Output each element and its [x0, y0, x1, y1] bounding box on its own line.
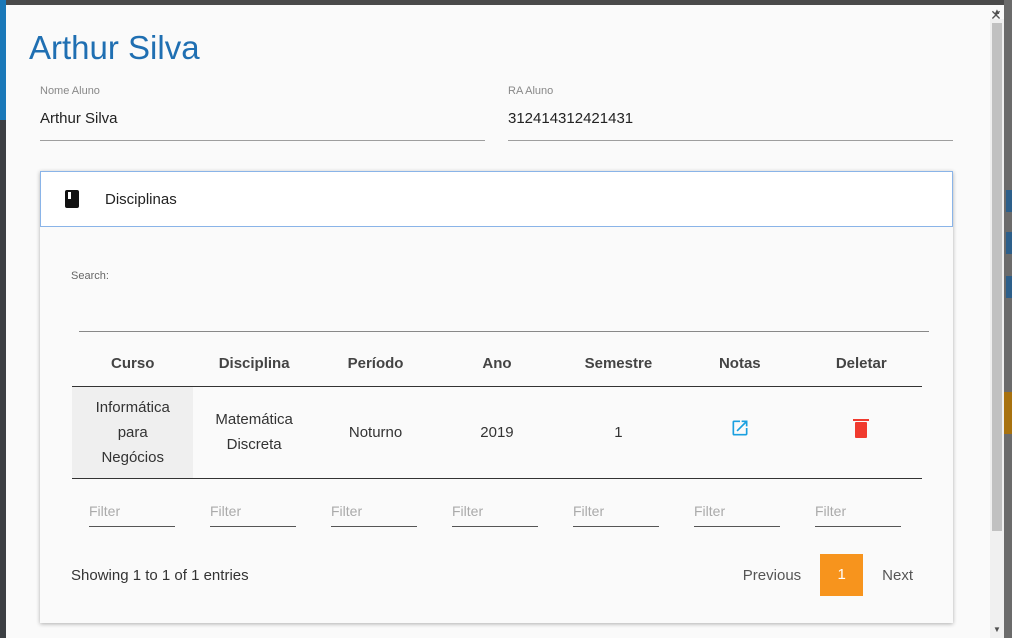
nome-aluno-value[interactable]: Arthur Silva	[40, 110, 485, 127]
entries-info: Showing 1 to 1 of 1 entries	[71, 567, 249, 584]
column-header-deletar[interactable]: Deletar	[800, 342, 922, 387]
cell-curso-line: para	[117, 423, 148, 441]
background-tick	[1006, 232, 1012, 254]
external-link-icon[interactable]	[730, 420, 750, 443]
table-header-row: Curso Disciplina Período Ano Semestre No…	[72, 342, 922, 387]
previous-page-button[interactable]: Previous	[743, 567, 801, 584]
column-header-semestre[interactable]: Semestre	[557, 342, 680, 387]
background-tick	[1006, 190, 1012, 212]
cell-disciplina-line: Matemática	[215, 411, 293, 428]
ra-aluno-value[interactable]: 312414312421431	[508, 110, 953, 127]
background-button	[1004, 392, 1012, 434]
disciplinas-table: Curso Disciplina Período Ano Semestre No…	[72, 342, 922, 479]
filter-input-periodo[interactable]: Filter	[331, 499, 417, 527]
ra-aluno-field[interactable]: RA Aluno 312414312421431	[508, 85, 953, 141]
search-input[interactable]	[79, 331, 929, 332]
scrollbar-thumb[interactable]	[992, 23, 1002, 531]
student-modal: ✕ ▲ ▼ Arthur Silva Nome Aluno Arthur Sil…	[6, 5, 1004, 638]
table-row: Informática para Negócios Matemática Dis…	[72, 386, 922, 479]
search-label: Search:	[71, 270, 109, 282]
page-title: Arthur Silva	[29, 29, 200, 66]
modal-scrollbar[interactable]: ▲ ▼	[990, 7, 1004, 638]
cell-ano: 2019	[436, 386, 558, 479]
column-header-disciplina[interactable]: Disciplina	[193, 342, 315, 387]
filter-input-disciplina[interactable]: Filter	[210, 499, 296, 527]
cell-curso-line: Informática	[95, 398, 170, 416]
cell-disciplina-line: Discreta	[226, 436, 282, 453]
cell-deletar	[800, 386, 922, 479]
pagination: Previous 1 Next	[743, 554, 913, 596]
cell-curso-line: Negócios	[101, 448, 164, 466]
column-header-ano[interactable]: Ano	[436, 342, 558, 387]
filter-input-ano[interactable]: Filter	[452, 499, 538, 527]
column-header-curso[interactable]: Curso	[72, 342, 194, 387]
column-header-notas[interactable]: Notas	[679, 342, 801, 387]
nome-aluno-field[interactable]: Nome Aluno Arthur Silva	[40, 85, 485, 141]
current-page-button[interactable]: 1	[820, 554, 864, 596]
cell-semestre: 1	[557, 386, 680, 479]
filter-input-curso[interactable]: Filter	[89, 499, 175, 527]
filter-input-semestre[interactable]: Filter	[573, 499, 659, 527]
book-icon	[65, 190, 79, 208]
ra-aluno-label: RA Aluno	[508, 85, 554, 97]
nome-aluno-label: Nome Aluno	[40, 85, 100, 97]
disciplinas-panel: Disciplinas Search: Curso Disciplina Per…	[40, 171, 953, 623]
scroll-down-icon[interactable]: ▼	[990, 625, 1004, 634]
filter-input-deletar[interactable]: Filter	[815, 499, 901, 527]
next-page-button[interactable]: Next	[882, 567, 913, 584]
filter-input-notas[interactable]: Filter	[694, 499, 780, 527]
disciplinas-panel-header[interactable]: Disciplinas	[40, 171, 953, 227]
cell-notas	[679, 386, 801, 479]
background-app-right	[1004, 0, 1012, 638]
background-tick	[1006, 276, 1012, 298]
cell-disciplina: Matemática Discreta	[193, 386, 315, 479]
cell-curso: Informática para Negócios	[72, 386, 194, 479]
scroll-up-icon[interactable]: ▲	[990, 7, 1004, 16]
column-filters: Filter Filter Filter Filter Filter Filte…	[89, 499, 936, 527]
column-header-periodo[interactable]: Período	[314, 342, 437, 387]
trash-icon[interactable]	[853, 419, 870, 438]
cell-periodo: Noturno	[314, 386, 437, 479]
panel-title: Disciplinas	[105, 190, 177, 208]
